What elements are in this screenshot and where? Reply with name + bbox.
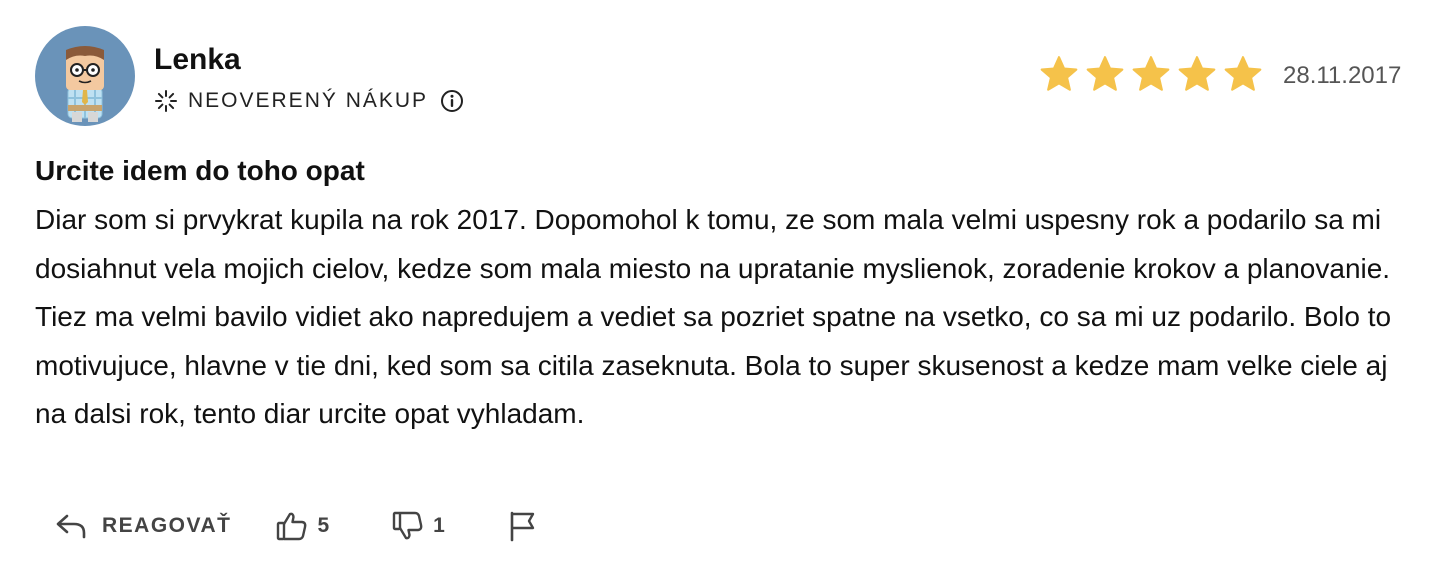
star-rating <box>1038 54 1264 96</box>
star-icon <box>1086 56 1124 91</box>
avatar <box>35 26 135 126</box>
review-actions: REAGOVAŤ 5 1 <box>54 506 537 546</box>
dislike-count: 1 <box>433 514 445 537</box>
thumbs-down-icon <box>392 511 423 540</box>
review-card: Lenka NEOVERENÝ NÁKUP 28.11.2017 Urcite … <box>0 0 1440 572</box>
purchase-status-label: NEOVERENÝ NÁKUP <box>188 89 429 112</box>
flag-icon <box>510 511 535 542</box>
reply-button[interactable]: REAGOVAŤ <box>54 511 231 541</box>
like-count: 5 <box>317 514 330 537</box>
info-icon[interactable] <box>440 89 464 113</box>
purchase-status: NEOVERENÝ NÁKUP <box>154 86 464 116</box>
avatar-illustration <box>66 46 104 122</box>
star-icon <box>1132 56 1170 91</box>
like-button[interactable]: 5 <box>275 510 329 542</box>
review-date: 28.11.2017 <box>1283 62 1402 89</box>
star-icon <box>1178 56 1216 91</box>
star-icon <box>1224 56 1262 91</box>
report-button[interactable] <box>507 510 537 542</box>
review-title: Urcite idem do toho opat <box>35 155 365 186</box>
dislike-button[interactable]: 1 <box>391 510 445 542</box>
spinner-icon <box>154 89 178 113</box>
review-text: Diar som si prvykrat kupila na rok 2017.… <box>35 204 1392 429</box>
thumbs-up-icon <box>277 512 307 541</box>
reply-label: REAGOVAŤ <box>102 514 232 537</box>
star-icon <box>1040 56 1078 91</box>
author-name: Lenka <box>154 43 241 76</box>
reply-arrow-icon <box>56 514 86 539</box>
